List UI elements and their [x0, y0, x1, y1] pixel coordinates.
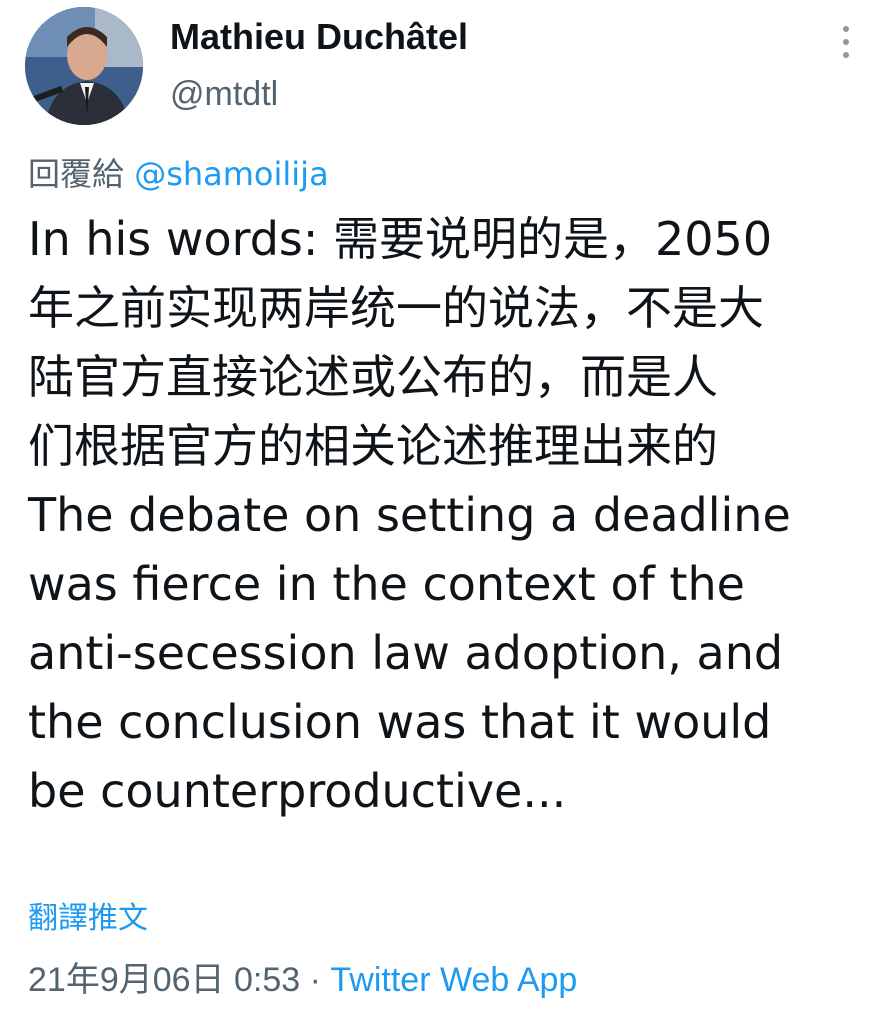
reply-prefix: 回覆給 [28, 155, 125, 193]
avatar[interactable] [25, 7, 143, 125]
tweet-text-line: The debate on setting a deadline [28, 488, 791, 542]
translate-tweet-link[interactable]: 翻譯推文 [28, 897, 148, 941]
tweet-text-line: anti-secession law adoption, and [28, 626, 784, 680]
tweet-meta: 21年9月06日 0:53 · Twitter Web App [28, 955, 577, 1005]
tweet-text-line: 年之前实现两岸统一的说法，不是大 [28, 281, 764, 335]
tweet-text-line: be counterproductive... [28, 764, 567, 818]
tweet-text: In his words: 需要说明的是，2050 年之前实现两岸统一的说法，不… [28, 205, 878, 826]
more-vertical-icon [843, 26, 849, 32]
tweet-text-line: 陆官方直接论述或公布的，而是人 [28, 350, 718, 404]
author-display-name[interactable]: Mathieu Duchâtel [170, 15, 468, 59]
meta-separator: · [309, 961, 321, 999]
reply-context: 回覆給 @shamoilija [28, 152, 329, 196]
tweet-text-line: In his words: 需要说明的是，2050 [28, 212, 773, 266]
tweet-text-line: the conclusion was that it would [28, 695, 772, 749]
reply-mention-link[interactable]: @shamoilija [134, 155, 328, 193]
tweet-timestamp[interactable]: 21年9月06日 0:53 [28, 961, 300, 999]
more-vertical-icon-dot [843, 39, 849, 45]
tweet-text-line: was fierce in the context of the [28, 557, 745, 611]
more-options-button[interactable] [830, 22, 862, 62]
more-vertical-icon-dot [843, 52, 849, 58]
author-handle[interactable]: @mtdtl [170, 72, 278, 116]
tweet-source-link[interactable]: Twitter Web App [330, 961, 577, 999]
user-avatar-photo [25, 7, 143, 125]
tweet-text-line: 们根据官方的相关论述推理出来的 [28, 419, 718, 473]
